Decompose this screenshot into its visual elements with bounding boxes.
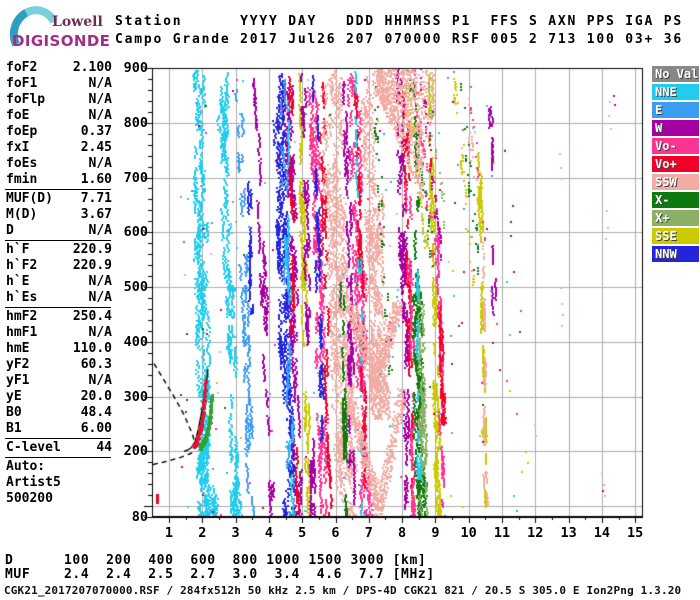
- x-tick-label: 15: [627, 525, 644, 541]
- x-tick-label: 9: [431, 525, 440, 541]
- x-tick-label: 4: [264, 525, 273, 541]
- param-row-foes: foEs N/A: [6, 156, 112, 171]
- param-row-fof2: foF2 2.100: [6, 60, 112, 75]
- param-row-md: M(D) 3.67: [6, 207, 112, 222]
- legend-item-nnw: NNW: [652, 246, 699, 262]
- param-row-hmf2: hmF2 250.4: [6, 309, 112, 324]
- legend-item-vo-: Vo-: [652, 138, 699, 154]
- x-tick-label: 14: [593, 525, 611, 541]
- y-tick-label: 500: [123, 279, 148, 296]
- legend-item-nne: NNE: [652, 84, 699, 100]
- x-tick-label: 11: [493, 525, 511, 541]
- param-row-auto: Auto:: [6, 459, 46, 474]
- x-tick-label: 3: [231, 525, 240, 541]
- param-row-yf2: yF2 60.3: [6, 357, 112, 372]
- param-row-b1: B1 6.00: [6, 421, 112, 436]
- logo-digisonde-text: DIGISONDE: [12, 32, 111, 50]
- echo-direction-legend: No Val NNE E W Vo- Vo+ SSW X- X+ SSE NNW: [652, 66, 699, 264]
- param-row-hf2: h`F2 220.9: [6, 258, 112, 273]
- parameter-panel: foF2 2.100 foF1 N/A foFlp N/A foE N/A foEp 0.37 fx…: [5, 60, 112, 507]
- lowell-digisonde-logo: Lowell DIGISONDE: [2, 0, 116, 67]
- x-tick-label: 5: [298, 525, 307, 541]
- param-row-foe: foE N/A: [6, 108, 112, 123]
- y-tick-label: 80: [131, 509, 148, 526]
- param-row-hf: h`F 220.9: [6, 242, 112, 257]
- param-row-hmf1: hmF1 N/A: [6, 325, 112, 340]
- param-row-ye: yE 20.0: [6, 389, 112, 404]
- ionogram-screen: Lowell DIGISONDE Station YYYY DAY DDD HH…: [0, 0, 700, 600]
- legend-item-noval: No Val: [652, 66, 699, 82]
- param-row-fxi: fxI 2.45: [6, 140, 112, 155]
- legend-item-w: W: [652, 120, 699, 136]
- y-tick-label: 200: [123, 443, 148, 460]
- param-row-hes: h`Es N/A: [6, 290, 112, 305]
- ionogram-plot: [130, 60, 652, 532]
- x-tick-label: 1: [164, 525, 174, 541]
- param-row-clevel: C-level 44: [6, 440, 112, 455]
- x-tick-label: 12: [527, 525, 544, 541]
- y-tick-label: 600: [123, 224, 148, 241]
- param-row-hme: hmE 110.0: [6, 341, 112, 356]
- param-row-foep: foEp 0.37: [6, 124, 112, 139]
- y-tick-label: 800: [123, 114, 148, 131]
- param-row-500200: 500200: [6, 491, 53, 506]
- y-tick-label: 300: [123, 388, 148, 405]
- x-tick-label: 6: [331, 525, 340, 541]
- legend-item-vo+: Vo+: [652, 156, 699, 172]
- header-field-labels: Station YYYY DAY DDD HHMMSS P1 FFS S AXN…: [115, 14, 683, 29]
- y-tick-label: 900: [123, 60, 148, 76]
- param-row-artist5: Artist5: [6, 475, 61, 490]
- x-tick-label: 8: [398, 525, 407, 541]
- legend-item-e: E: [652, 102, 699, 118]
- x-tick-label: 13: [560, 525, 577, 541]
- param-row-yf1: yF1 N/A: [6, 373, 112, 388]
- x-tick-label: 2: [198, 525, 207, 541]
- param-row-fof1: foF1 N/A: [6, 76, 112, 91]
- legend-item-x+: X+: [652, 210, 699, 226]
- header-field-values: Campo Grande 2017 Jul26 207 070000 RSF 0…: [115, 32, 683, 47]
- y-tick-label: 700: [123, 169, 148, 186]
- param-row-b0: B0 48.4: [6, 405, 112, 420]
- logo-lowell-text: Lowell: [52, 14, 103, 30]
- y-tick-label: 400: [123, 333, 148, 350]
- x-tick-label: 7: [364, 525, 373, 541]
- x-tick-label: 10: [460, 525, 477, 541]
- param-row-fmin: fmin 1.60: [6, 172, 112, 187]
- param-row-d: D N/A: [6, 223, 112, 238]
- param-row-he: h`E N/A: [6, 274, 112, 289]
- param-row-foflp: foFlp N/A: [6, 92, 112, 107]
- param-row-mufd: MUF(D) 7.71: [6, 191, 112, 206]
- muf-values-row: MUF 2.4 2.4 2.5 2.7 3.0 3.4 4.6 7.7 [MHz…: [5, 567, 435, 582]
- legend-item-x-: X-: [652, 192, 699, 208]
- legend-item-sse: SSE: [652, 228, 699, 244]
- footer-info: CGK21_2017207070000.RSF / 284fx512h 50 k…: [4, 584, 682, 597]
- legend-item-ssw: SSW: [652, 174, 699, 190]
- muf-distance-row: D 100 200 400 600 800 1000 1500 3000 [km…: [5, 553, 427, 568]
